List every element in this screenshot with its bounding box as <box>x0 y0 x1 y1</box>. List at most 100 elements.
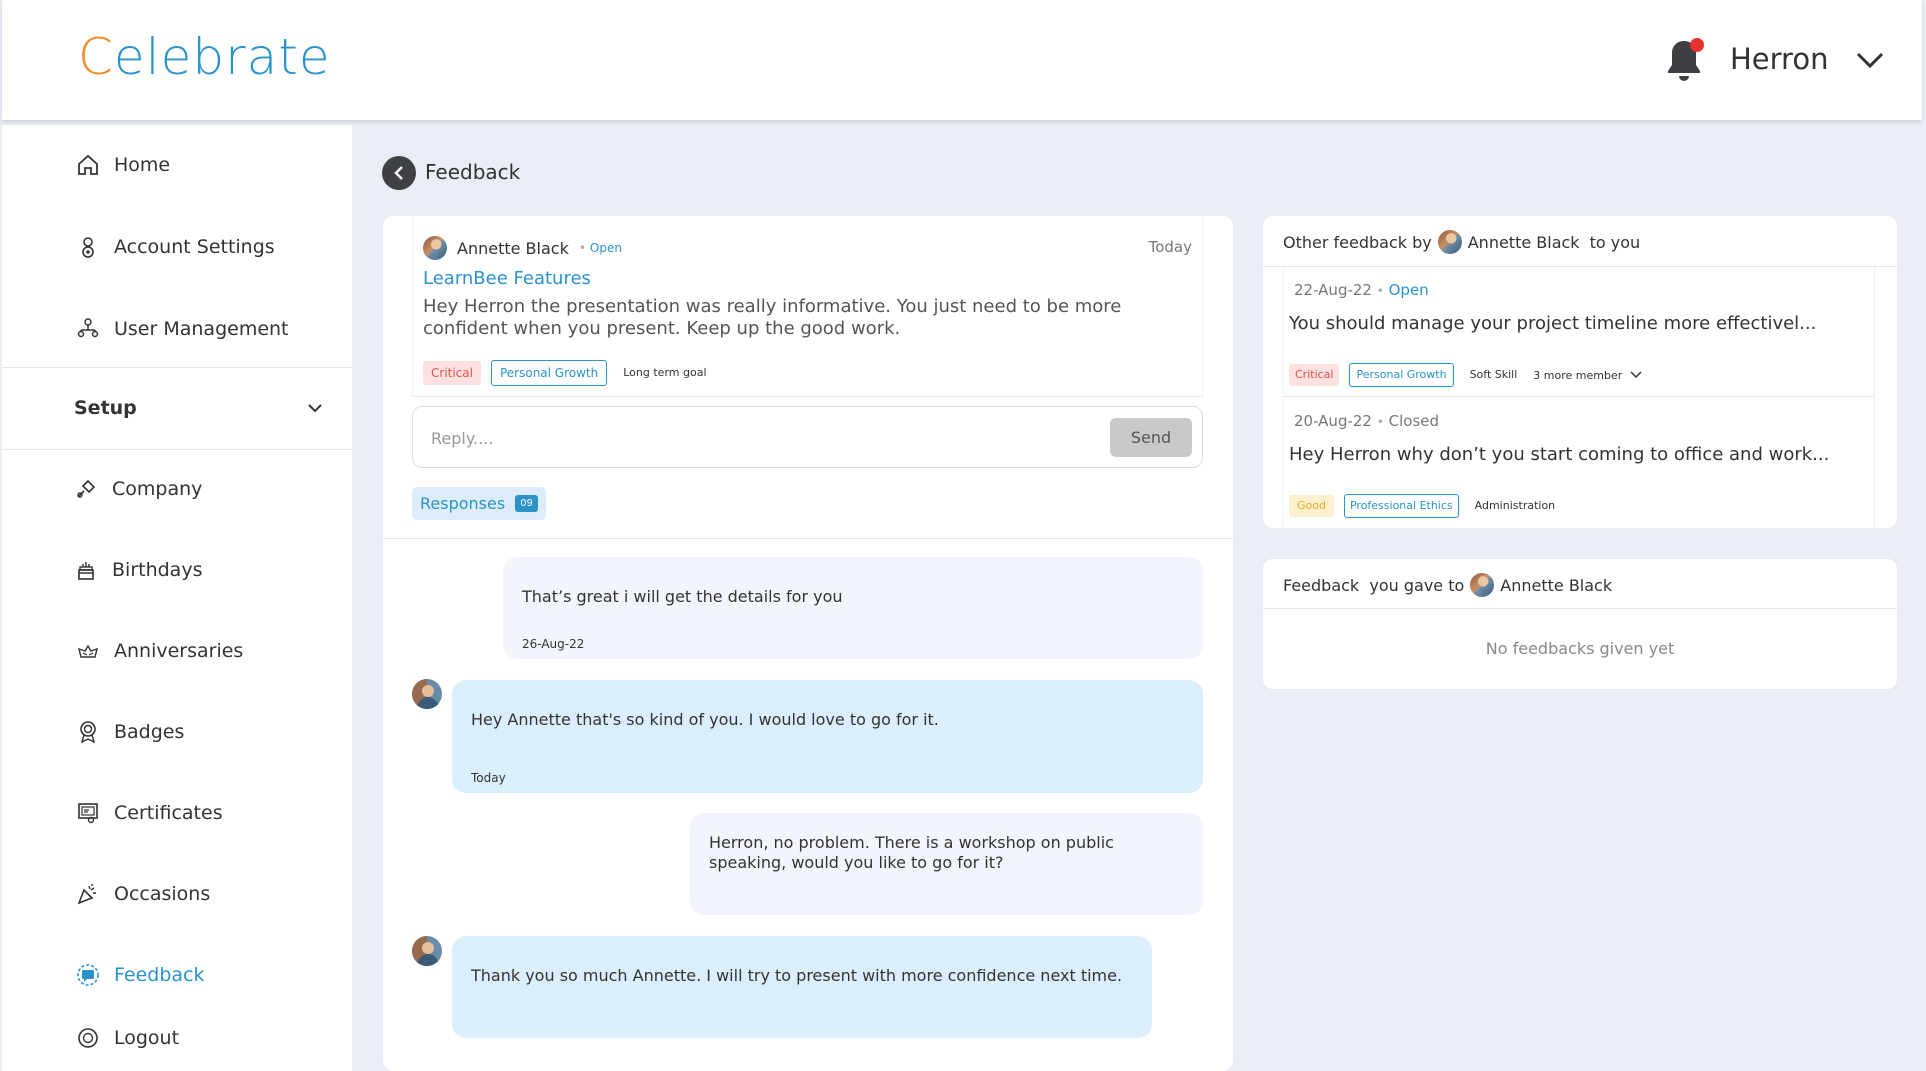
setup-label: Setup <box>74 397 137 419</box>
reply-box: Send <box>412 406 1203 468</box>
sidebar-item-certificates[interactable]: Certificates <box>76 801 223 825</box>
feedback-header: Annette Black • Open <box>423 236 622 260</box>
avatar <box>423 236 447 260</box>
panel-heading-author[interactable]: Annette Black <box>1468 233 1580 252</box>
sidebar-item-badges[interactable]: Badges <box>76 720 184 744</box>
logo-initial: C <box>78 28 114 86</box>
sidebar-item-label: Logout <box>114 1027 180 1049</box>
certificate-icon <box>78 803 98 824</box>
sidebar-item-birthdays[interactable]: Birthdays <box>74 558 202 582</box>
tag-critical: Critical <box>1289 364 1340 386</box>
sidebar-divider <box>2 449 352 450</box>
sidebar-item-home[interactable]: Home <box>76 153 170 177</box>
sidebar-item-anniversaries[interactable]: Anniversaries <box>76 639 243 663</box>
message-text: Herron, no problem. There is a workshop … <box>709 833 1114 872</box>
chevron-left-icon <box>394 166 403 180</box>
feedback-tags: Critical Personal Growth Long term goal <box>423 360 713 386</box>
status-badge: Open <box>589 241 622 255</box>
tag-professional-ethics: Professional Ethics <box>1343 494 1459 518</box>
sidebar-item-label: Certificates <box>114 802 223 824</box>
feedback-summary: Annette Black • Open Today LearnBee Feat… <box>412 216 1203 397</box>
sidebar-item-account-settings[interactable]: Account Settings <box>76 235 275 259</box>
avatar <box>1437 230 1462 254</box>
feedback-tags: Critical Personal Growth Soft Skill 3 mo… <box>1289 363 1642 387</box>
birthday-cake-icon <box>78 562 94 580</box>
panel-heading: Feedback you gave to Annette Black <box>1283 573 1612 597</box>
party-popper-icon <box>77 884 96 905</box>
status-badge: Open <box>1388 281 1429 299</box>
message-text: That’s great i will get the details for … <box>522 587 843 606</box>
sidebar-item-label: Occasions <box>114 883 211 905</box>
chevron-down-icon[interactable] <box>1854 46 1886 72</box>
avatar <box>412 936 442 966</box>
feedback-text: Hey Herron why don’t you start coming to… <box>1289 444 1830 465</box>
feedback-icon <box>77 964 99 986</box>
feedback-date-status: 22-Aug-22 • Open <box>1294 281 1429 299</box>
separator-dot: • <box>578 241 586 255</box>
panel-heading-author[interactable]: Annette Black <box>1500 576 1612 595</box>
logout-icon <box>78 1028 98 1048</box>
tag-critical: Critical <box>423 361 481 385</box>
message-sent: That’s great i will get the details for … <box>503 557 1203 659</box>
tag-personal-growth: Personal Growth <box>1349 363 1454 387</box>
page-title: Feedback <box>425 160 521 184</box>
sidebar-item-label: User Management <box>114 318 289 340</box>
avatar <box>1470 573 1495 597</box>
back-button[interactable] <box>382 156 416 190</box>
feedback-date-status: 20-Aug-22 • Closed <box>1294 412 1439 430</box>
feedback-text: You should manage your project timeline … <box>1289 313 1817 334</box>
account-settings-icon <box>82 237 94 258</box>
sidebar-item-logout[interactable]: Logout <box>76 1026 179 1050</box>
anniversary-icon <box>78 644 98 658</box>
sidebar-divider <box>2 367 352 368</box>
send-button[interactable]: Send <box>1110 418 1192 457</box>
sidebar-item-user-management[interactable]: User Management <box>76 317 289 341</box>
more-members-label: 3 more member <box>1533 368 1623 382</box>
feedback-given-panel: Feedback you gave to Annette Black No fe… <box>1263 559 1897 689</box>
tag-good: Good <box>1289 495 1334 517</box>
home-icon <box>78 154 98 175</box>
feedback-date: 22-Aug-22 <box>1294 281 1372 299</box>
message-sent: Herron, no problem. There is a workshop … <box>690 813 1203 915</box>
user-management-icon <box>77 318 99 338</box>
responses-tab[interactable]: Responses 09 <box>412 487 546 520</box>
message-received: Hey Annette that's so kind of you. I wou… <box>452 680 1203 793</box>
chevron-down-icon <box>308 404 322 413</box>
sidebar-item-label: Company <box>112 478 203 500</box>
tag-soft-skill: Soft Skill <box>1469 368 1518 381</box>
message-text: Hey Annette that's so kind of you. I wou… <box>471 710 939 729</box>
sidebar-item-label: Badges <box>114 721 185 743</box>
reply-input[interactable] <box>431 423 1081 453</box>
sidebar-item-occasions[interactable]: Occasions <box>76 882 210 906</box>
other-feedback-item[interactable]: 22-Aug-22 • Open You should manage your … <box>1283 267 1875 397</box>
more-members-toggle[interactable]: 3 more member <box>1533 369 1642 382</box>
panel-divider <box>1263 608 1897 609</box>
feedback-detail-card: Annette Black • Open Today LearnBee Feat… <box>383 216 1233 1071</box>
separator-dot: • <box>1376 284 1384 298</box>
message-received: Thank you so much Annette. I will try to… <box>452 936 1152 1038</box>
logo-text: elebrate <box>113 28 331 86</box>
sidebar-item-label: Birthdays <box>112 559 203 581</box>
feedback-date: 20-Aug-22 <box>1294 412 1372 430</box>
sidebar-item-label: Account Settings <box>114 236 275 258</box>
sidebar-item-company[interactable]: Company <box>74 477 202 501</box>
feedback-date: Today <box>1148 238 1192 256</box>
other-feedback-panel: Other feedback by Annette Black to you 2… <box>1263 216 1897 528</box>
status-badge: Closed <box>1388 412 1439 430</box>
user-name[interactable]: Herron <box>1730 42 1828 76</box>
setup-section-toggle[interactable]: Setup <box>74 397 324 419</box>
feedback-text: Hey Herron the presentation was really i… <box>423 296 1122 339</box>
avatar <box>412 679 442 709</box>
sidebar-item-feedback[interactable]: Feedback <box>76 963 204 987</box>
sidebar: Home Account Settings User Management Se… <box>2 125 352 1071</box>
celebrate-logo[interactable]: Celebrate <box>78 28 331 86</box>
badge-icon <box>80 721 96 744</box>
other-feedback-item[interactable]: 20-Aug-22 • Closed Hey Herron why don’t … <box>1283 398 1875 528</box>
tag-administration: Administration <box>1474 499 1556 512</box>
sidebar-item-label: Feedback <box>114 964 205 986</box>
company-icon <box>77 479 96 498</box>
feedback-author[interactable]: Annette Black <box>457 239 569 258</box>
feedback-title[interactable]: LearnBee Features <box>423 268 591 289</box>
main-divider <box>383 538 1233 539</box>
message-text: Thank you so much Annette. I will try to… <box>471 966 1123 985</box>
